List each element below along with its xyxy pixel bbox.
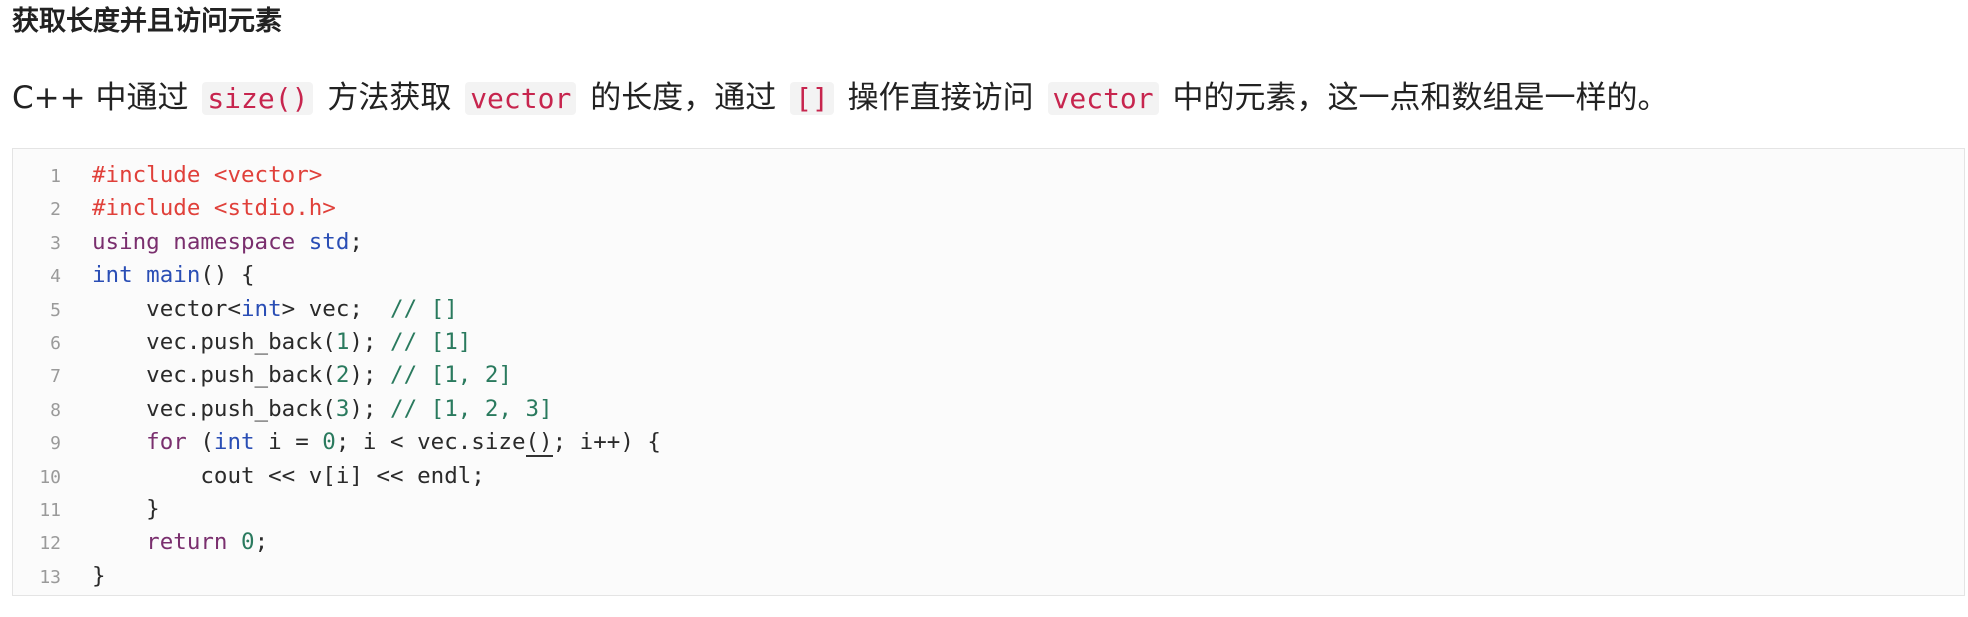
code-token: vec.push_back(: [92, 362, 336, 389]
code-text: vec.push_back(2); // [1, 2]: [92, 359, 512, 392]
code-line: 6 vec.push_back(1); // [1]: [13, 326, 471, 359]
code-token: 3: [335, 395, 350, 422]
code-token: ;: [349, 228, 363, 255]
code-token: );: [349, 328, 391, 355]
line-number: 2: [50, 199, 61, 221]
description-mid1: 方法获取: [327, 80, 452, 116]
code-line: 12 return 0;: [13, 526, 268, 559]
line-number: 1: [50, 166, 61, 187]
code-token: vector<: [92, 295, 242, 322]
code-text: using namespace std;: [92, 226, 363, 259]
code-token: return: [92, 529, 242, 556]
code-token: ;: [254, 529, 269, 556]
code-token: cout << v[i] << endl;: [92, 462, 485, 489]
code-token: int: [241, 295, 282, 322]
code-line: 13}: [13, 560, 105, 593]
code-token: ; i++) {: [552, 429, 661, 456]
code-token: }: [92, 562, 106, 589]
code-line: 3 using namespace std;: [13, 226, 363, 259]
code-text: cout << v[i] << endl;: [92, 460, 485, 493]
description-paragraph: C++ 中通过 size() 方法获取 vector 的长度，通过 [] 操作直…: [12, 72, 1669, 125]
code-line: 5 vector<int> vec; // []: [13, 293, 458, 326]
description-mid3: 操作直接访问: [847, 80, 1034, 116]
line-number: 4: [50, 266, 61, 288]
inline-code-size: size(): [202, 82, 314, 115]
code-line: 4 int main() {: [13, 259, 254, 292]
code-token: // [1, 2, 3]: [390, 395, 553, 422]
line-number: 3: [50, 232, 61, 254]
code-text: vector<int> vec; // []: [92, 293, 458, 326]
code-text: for (int i = 0; i < vec.size(); i++) {: [92, 426, 661, 459]
code-token: );: [349, 362, 391, 389]
code-token: #include <stdio.h>: [92, 195, 336, 222]
code-token: (: [200, 429, 214, 456]
code-text: }: [92, 560, 106, 593]
code-line: 11 }: [13, 493, 159, 526]
code-token: i =: [254, 429, 323, 456]
inline-code-brackets: []: [790, 82, 834, 115]
inline-code-vector: vector: [465, 82, 577, 115]
code-token: for: [92, 429, 201, 456]
code-token: int: [213, 429, 255, 456]
code-listing: 1 #include <vector> 2 #include <stdio.h> 3 us…: [13, 159, 661, 593]
code-line: 10 cout << v[i] << endl;: [13, 460, 485, 493]
section-title: 获取长度并且访问元素: [12, 6, 282, 37]
description-suffix: 中的元素，这一点和数组是一样的。: [1172, 80, 1669, 116]
line-number: 7: [50, 366, 61, 388]
code-token: vec.push_back(: [92, 395, 336, 422]
code-text: return 0;: [92, 526, 268, 559]
code-text: #include <stdio.h>: [92, 192, 336, 225]
line-number: 8: [50, 399, 61, 421]
code-token: std: [308, 228, 350, 255]
code-line: 2 #include <stdio.h>: [13, 192, 336, 225]
line-number: 6: [50, 332, 61, 354]
description-prefix: C++ 中通过: [12, 80, 189, 116]
code-text: vec.push_back(1); // [1]: [92, 326, 471, 359]
line-number: 9: [50, 433, 61, 455]
code-token: }: [92, 495, 160, 522]
code-token: // []: [390, 295, 458, 322]
code-text: }: [92, 493, 160, 526]
code-token: 2: [335, 362, 350, 389]
code-token: 0: [322, 429, 336, 456]
code-token: // [1]: [390, 328, 472, 355]
line-number: 12: [39, 533, 61, 555]
code-token: );: [349, 395, 391, 422]
code-token: vec.push_back(: [92, 328, 336, 355]
line-number: 11: [39, 499, 61, 521]
code-token: int main: [92, 262, 201, 289]
code-text: vec.push_back(3); // [1, 2, 3]: [92, 393, 553, 426]
code-token: > vec;: [281, 295, 391, 322]
code-line: 7 vec.push_back(2); // [1, 2]: [13, 359, 512, 392]
description-mid2: 的长度，通过: [590, 80, 777, 116]
code-token: (): [525, 429, 553, 458]
code-line: 8 vec.push_back(3); // [1, 2, 3]: [13, 393, 552, 426]
code-token: 0: [241, 529, 255, 556]
code-line: 1 #include <vector>: [13, 159, 322, 192]
line-number: 10: [39, 466, 61, 488]
code-token: () {: [200, 262, 255, 289]
code-token: // [1, 2]: [390, 362, 512, 389]
code-block: 1 #include <vector> 2 #include <stdio.h> 3 us…: [12, 148, 1965, 596]
line-number: 5: [50, 299, 61, 321]
code-line: 9 for (int i = 0; i < vec.size(); i++) {: [13, 426, 661, 459]
code-text: #include <vector>: [92, 159, 322, 192]
line-number: 13: [39, 566, 61, 588]
code-text: int main() {: [92, 259, 255, 292]
code-token: ; i < vec.size: [335, 429, 526, 456]
code-token: #include <vector>: [92, 162, 323, 188]
code-token: using namespace: [92, 228, 309, 255]
inline-code-vector-2: vector: [1047, 82, 1159, 115]
code-token: 1: [335, 328, 350, 355]
